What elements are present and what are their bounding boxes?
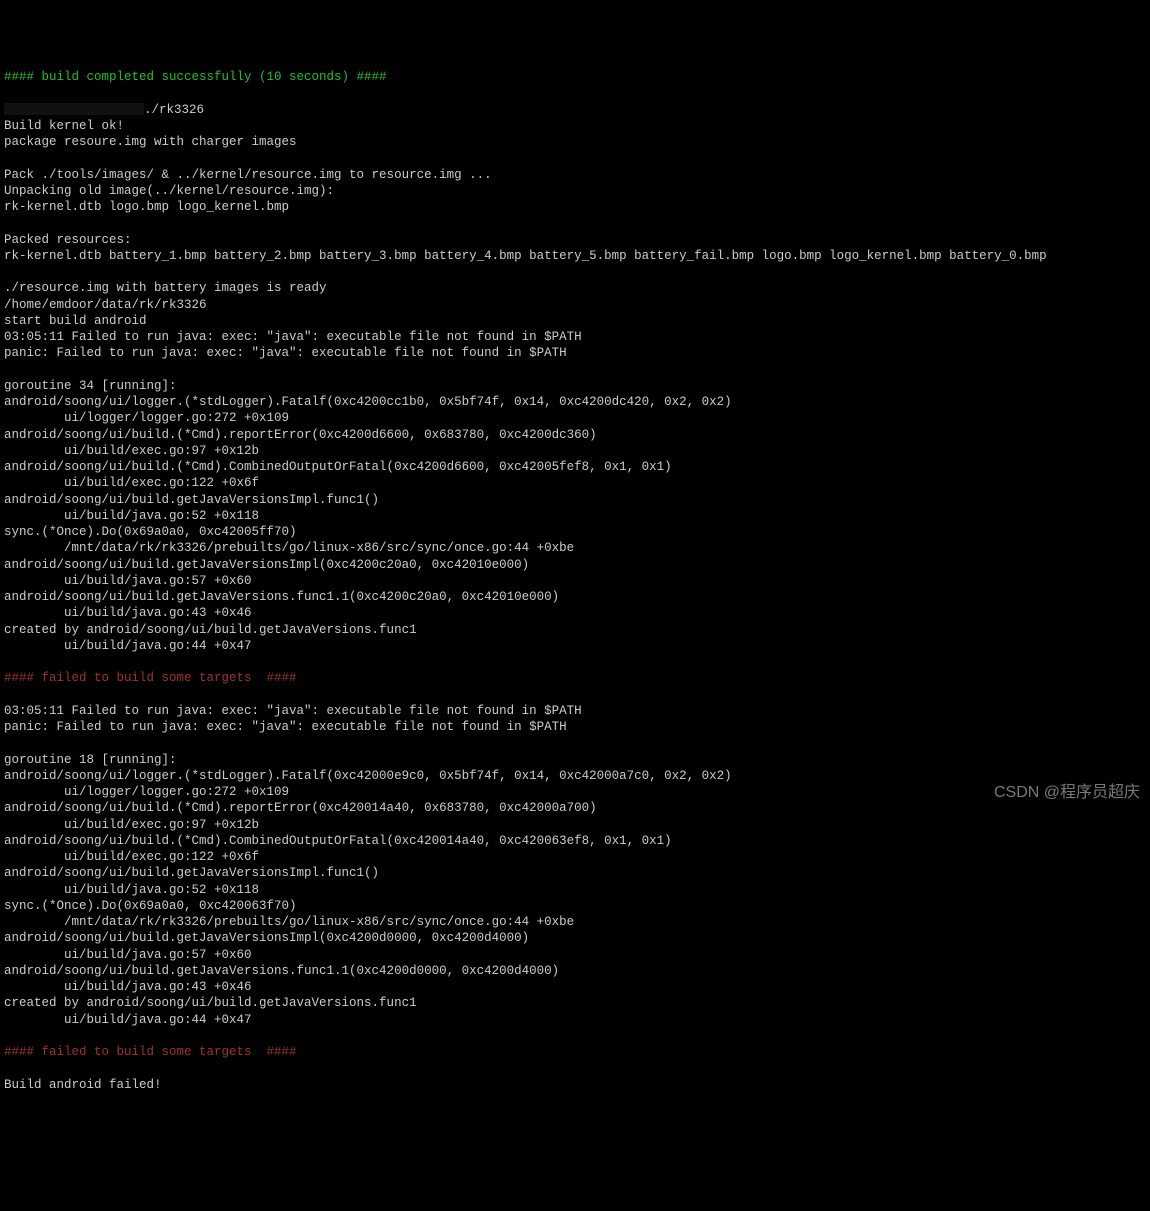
build-success-line: #### build completed successfully (10 se… [4, 70, 387, 84]
build-output-block-1: Build kernel ok! package resoure.img wit… [4, 119, 1047, 653]
build-fail-line-2: #### failed to build some targets #### [4, 1045, 297, 1059]
build-fail-line-1: #### failed to build some targets #### [4, 671, 297, 685]
redacted-path [4, 103, 144, 115]
terminal-output[interactable]: #### build completed successfully (10 se… [4, 69, 1146, 1093]
build-final-line: Build android failed! [4, 1078, 162, 1092]
path-suffix: ./rk3326 [144, 103, 204, 117]
build-output-block-2: 03:05:11 Failed to run java: exec: "java… [4, 704, 732, 1027]
